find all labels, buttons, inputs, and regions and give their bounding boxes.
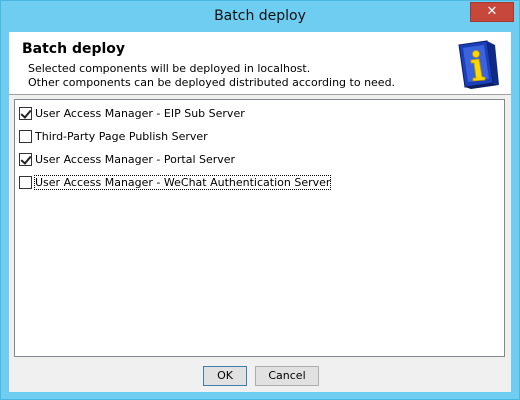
ok-button[interactable]: OK	[203, 366, 247, 386]
title-bar[interactable]: Batch deploy ✕	[1, 1, 519, 32]
header-description-line-1: Selected components will be deployed in …	[28, 62, 311, 75]
list-item[interactable]: User Access Manager - WeChat Authenticat…	[19, 174, 332, 190]
component-label: User Access Manager - EIP Sub Server	[35, 106, 245, 120]
component-checkbox-2[interactable]	[19, 129, 32, 143]
info-document-icon	[458, 40, 499, 89]
component-label: User Access Manager - Portal Server	[35, 152, 236, 166]
cancel-button[interactable]: Cancel	[255, 366, 319, 386]
dialog-header: Batch deploy Selected components will be…	[9, 32, 511, 95]
component-checkbox-3[interactable]	[19, 152, 32, 166]
dialog-client-area: Batch deploy Selected components will be…	[9, 32, 511, 392]
close-button[interactable]: ✕	[470, 2, 514, 22]
list-item[interactable]: User Access Manager - Portal Server	[19, 151, 235, 167]
header-description-line-2: Other components can be deployed distrib…	[28, 76, 396, 89]
batch-deploy-window: Batch deploy ✕ Batch deploy Selected com…	[0, 0, 520, 400]
component-checkbox-1[interactable]	[19, 106, 32, 120]
close-icon: ✕	[486, 4, 498, 19]
list-item[interactable]: User Access Manager - EIP Sub Server	[19, 105, 245, 121]
component-label: Third-Party Page Publish Server	[35, 129, 208, 143]
components-list[interactable]: User Access Manager - EIP Sub Server Thi…	[14, 99, 505, 357]
list-item[interactable]: Third-Party Page Publish Server	[19, 128, 208, 144]
header-title: Batch deploy	[22, 41, 126, 57]
component-label: User Access Manager - WeChat Authenticat…	[33, 174, 332, 190]
window-title: Batch deploy	[214, 8, 306, 24]
component-checkbox-4[interactable]	[19, 175, 32, 189]
